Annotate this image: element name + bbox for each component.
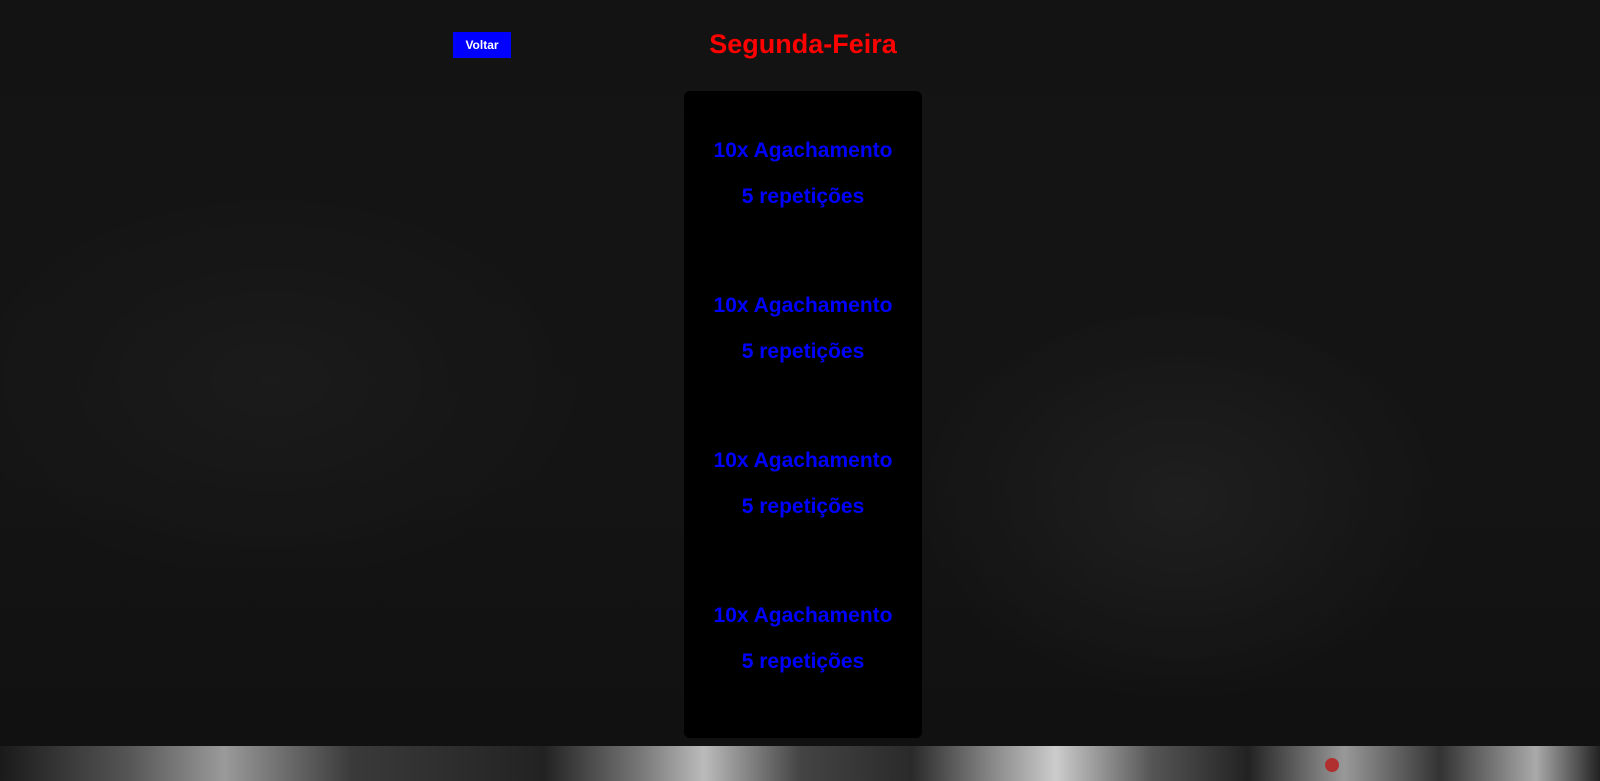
exercise-item: 10x Agachamento 5 repetições [684, 438, 922, 530]
exercise-reps: 5 repetições [741, 185, 865, 208]
page-title: Segunda-Feira [709, 29, 897, 59]
bottom-photo-strip [0, 746, 1600, 781]
exercise-item: 10x Agachamento 5 repetições [684, 283, 922, 375]
exercise-item: 10x Agachamento 5 repetições [684, 128, 922, 220]
exercise-reps: 5 repetições [741, 495, 865, 518]
exercise-name: 10x Agachamento [713, 139, 893, 162]
exercise-reps: 5 repetições [741, 340, 865, 363]
exercise-name: 10x Agachamento [713, 449, 893, 472]
exercise-name: 10x Agachamento [713, 604, 893, 627]
photo-detail [1325, 758, 1339, 772]
exercise-panel: 10x Agachamento 5 repetições 10x Agacham… [684, 91, 922, 738]
exercise-name: 10x Agachamento [713, 294, 893, 317]
exercise-item: 10x Agachamento 5 repetições [684, 593, 922, 685]
exercise-reps: 5 repetições [741, 650, 865, 673]
